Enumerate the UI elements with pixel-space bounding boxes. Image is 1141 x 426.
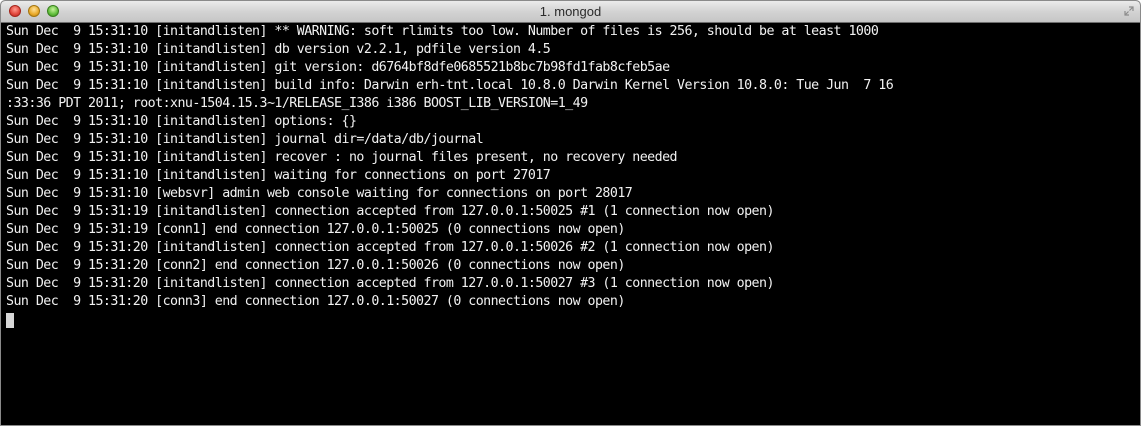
log-line: Sun Dec 9 15:31:10 [initandlisten] git v… <box>6 60 670 75</box>
log-line: Sun Dec 9 15:31:10 [initandlisten] optio… <box>6 114 357 129</box>
log-line: Sun Dec 9 15:31:20 [conn2] end connectio… <box>6 258 625 273</box>
log-line: Sun Dec 9 15:31:20 [initandlisten] conne… <box>6 240 774 255</box>
log-line: Sun Dec 9 15:31:10 [initandlisten] ** WA… <box>6 24 879 39</box>
log-line: Sun Dec 9 15:31:20 [conn3] end connectio… <box>6 294 625 309</box>
window-title: 1. mongod <box>539 4 602 19</box>
fullscreen-icon[interactable] <box>1124 6 1134 16</box>
log-line: Sun Dec 9 15:31:19 [conn1] end connectio… <box>6 222 625 237</box>
log-line: :33:36 PDT 2011; root:xnu-1504.15.3~1/RE… <box>6 96 588 111</box>
log-line: Sun Dec 9 15:31:10 [websvr] admin web co… <box>6 186 633 201</box>
log-line: Sun Dec 9 15:31:10 [initandlisten] build… <box>6 78 894 93</box>
prompt-line[interactable] <box>6 311 1140 329</box>
text-cursor <box>6 313 14 328</box>
terminal-window: 1. mongod Sun Dec 9 15:31:10 [initandlis… <box>0 0 1141 426</box>
log-line: Sun Dec 9 15:31:10 [initandlisten] journ… <box>6 132 484 147</box>
terminal-output[interactable]: Sun Dec 9 15:31:10 [initandlisten] ** WA… <box>1 23 1140 425</box>
log-line: Sun Dec 9 15:31:20 [initandlisten] conne… <box>6 276 774 291</box>
log-line: Sun Dec 9 15:31:10 [initandlisten] db ve… <box>6 42 551 57</box>
title-bar[interactable]: 1. mongod <box>1 1 1140 23</box>
log-line: Sun Dec 9 15:31:10 [initandlisten] waiti… <box>6 168 551 183</box>
log-line: Sun Dec 9 15:31:19 [initandlisten] conne… <box>6 204 774 219</box>
log-line: Sun Dec 9 15:31:10 [initandlisten] recov… <box>6 150 678 165</box>
